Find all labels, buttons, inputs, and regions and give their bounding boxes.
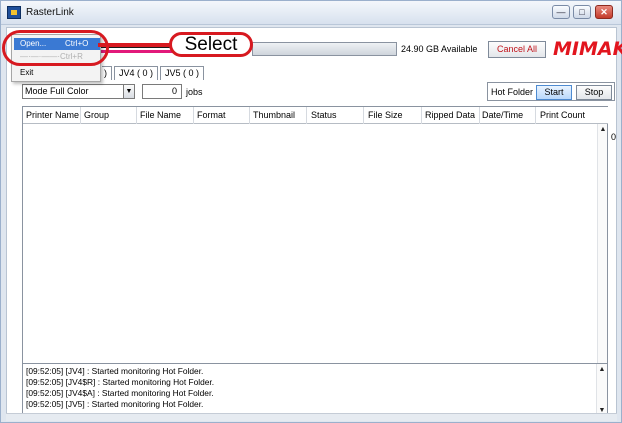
- column-status[interactable]: Status: [311, 110, 337, 120]
- annotation-connector: [98, 43, 172, 47]
- side-count: 0: [611, 132, 617, 142]
- window-title: RasterLink: [26, 7, 74, 18]
- log-line: [09:52:05] [JV5] : Started monitoring Ho…: [26, 399, 204, 409]
- log-line: [09:52:05] [JV4] : Started monitoring Ho…: [26, 366, 204, 376]
- log-line: [09:52:05] [JV4$A] : Started monitoring …: [26, 388, 214, 398]
- annotation-highlight-ring: [2, 30, 109, 66]
- column-file-name[interactable]: File Name: [140, 110, 181, 120]
- app-icon: [7, 6, 21, 19]
- progress-bar: [252, 42, 397, 56]
- column-printer-name[interactable]: Printer Name: [26, 110, 79, 120]
- cancel-all-button[interactable]: Cancel All: [488, 41, 546, 58]
- tab-partial[interactable]: ): [102, 66, 112, 80]
- column-format[interactable]: Format: [197, 110, 226, 120]
- job-table-header: Printer Name Group File Name Format Thum…: [23, 107, 608, 124]
- hot-folder-label: Hot Folder: [491, 87, 534, 97]
- column-group[interactable]: Group: [84, 110, 109, 120]
- chevron-down-icon[interactable]: ▼: [123, 85, 134, 98]
- mode-bar: Mode Full Color ▼ 0 jobs Hot Folder Star…: [22, 82, 617, 102]
- storage-available: 24.90 GB Available: [401, 44, 478, 54]
- select-callout: Select: [169, 32, 253, 57]
- tab-jv5[interactable]: JV5 ( 0 ): [160, 66, 205, 80]
- hot-folder-group: Hot Folder Start Stop: [487, 82, 615, 101]
- mode-select[interactable]: Mode Full Color ▼: [22, 84, 135, 99]
- close-button[interactable]: ✕: [595, 5, 613, 19]
- column-date-time[interactable]: Date/Time: [482, 110, 523, 120]
- job-table-scrollbar[interactable]: ▲ ▼: [597, 124, 607, 383]
- status-bar: [6, 413, 617, 421]
- job-table[interactable]: Printer Name Group File Name Format Thum…: [22, 106, 608, 384]
- maximize-button[interactable]: □: [573, 5, 591, 19]
- log-line: [09:52:05] [JV4$R] : Started monitoring …: [26, 377, 215, 387]
- column-ripped-data[interactable]: Ripped Data: [425, 110, 475, 120]
- title-bar[interactable]: RasterLink — □ ✕: [1, 1, 621, 25]
- scroll-up-icon[interactable]: ▲: [598, 366, 606, 373]
- log-scrollbar[interactable]: ▲ ▼: [596, 364, 607, 416]
- column-print-count[interactable]: Print Count: [540, 110, 585, 120]
- column-file-size[interactable]: File Size: [368, 110, 403, 120]
- log-panel[interactable]: [09:52:05] [JV4] : Started monitoring Ho…: [22, 363, 608, 417]
- main-panel: 24.90 GB Available Cancel All MIMAKI ) J…: [6, 27, 622, 417]
- column-thumbnail[interactable]: Thumbnail: [253, 110, 295, 120]
- printer-tabs: ) JV4 ( 0 ) JV5 ( 0 ): [102, 66, 206, 80]
- minimize-button[interactable]: —: [552, 5, 570, 19]
- hot-folder-start-button[interactable]: Start: [536, 85, 572, 100]
- mode-label: Mode: [25, 86, 48, 96]
- jobs-label: jobs: [186, 87, 203, 97]
- mode-value: Full Color: [50, 86, 89, 96]
- menu-item-exit[interactable]: Exit: [20, 68, 33, 77]
- mimaki-logo: MIMAKI: [553, 38, 622, 60]
- scroll-up-icon[interactable]: ▲: [599, 126, 607, 133]
- hot-folder-stop-button[interactable]: Stop: [576, 85, 612, 100]
- jobs-count: 0: [142, 84, 182, 99]
- tab-jv4[interactable]: JV4 ( 0 ): [114, 66, 159, 80]
